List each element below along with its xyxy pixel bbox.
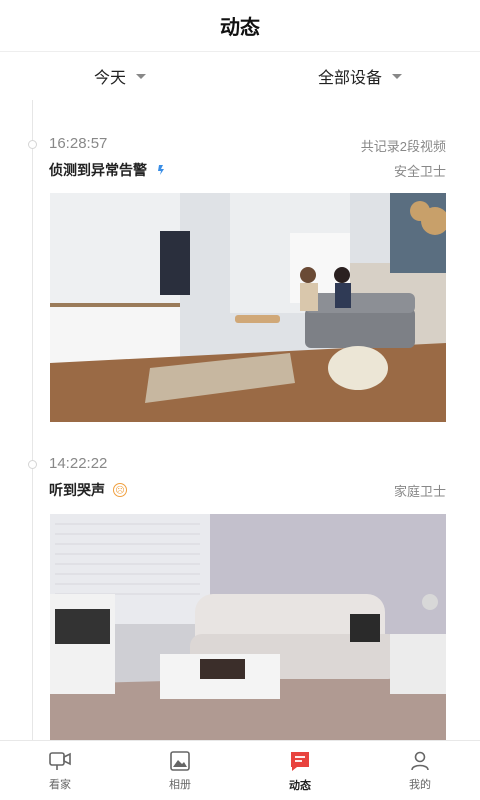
tab-label: 看家 bbox=[49, 778, 71, 791]
date-filter-dropdown[interactable]: 今天 bbox=[0, 64, 240, 88]
event-time: 16:28:57 bbox=[49, 135, 108, 152]
chevron-down-icon bbox=[136, 73, 146, 79]
crying-face-icon: ☹ bbox=[113, 483, 127, 497]
top-header: 动态 bbox=[0, 0, 480, 52]
chevron-down-icon bbox=[392, 73, 402, 79]
event-label-text: 侦测到异常告警 bbox=[49, 162, 147, 178]
tab-home-watch[interactable]: 看家 bbox=[0, 741, 120, 800]
filter-bar: 今天 全部设备 bbox=[0, 52, 480, 100]
event-label: 听到哭声 ☹ bbox=[49, 480, 127, 500]
event-device: 家庭卫士 bbox=[393, 484, 446, 499]
event-device: 安全卫士 bbox=[393, 164, 446, 179]
tab-label: 动态 bbox=[289, 779, 311, 792]
tab-activity[interactable]: 动态 bbox=[240, 741, 360, 800]
timeline-line bbox=[32, 100, 33, 740]
event-video-thumbnail[interactable] bbox=[50, 193, 446, 422]
tab-label: 我的 bbox=[409, 778, 431, 791]
page-title: 动态 bbox=[220, 17, 260, 39]
album-icon bbox=[169, 750, 191, 772]
tab-album[interactable]: 相册 bbox=[120, 741, 240, 800]
timeline-dot bbox=[28, 140, 37, 149]
activity-icon bbox=[288, 749, 312, 773]
bedroom-sofa-image bbox=[50, 514, 446, 740]
tab-profile[interactable]: 我的 bbox=[360, 741, 480, 800]
tab-label: 相册 bbox=[169, 778, 191, 791]
profile-icon bbox=[409, 750, 431, 772]
event-video-thumbnail[interactable] bbox=[50, 514, 446, 740]
motion-icon bbox=[155, 162, 171, 178]
event-video-count: 共记录2段视频 bbox=[360, 139, 446, 154]
event-time: 14:22:22 bbox=[49, 455, 108, 472]
timeline-dot bbox=[28, 460, 37, 469]
event-label: 侦测到异常告警 bbox=[49, 160, 171, 180]
device-filter-dropdown[interactable]: 全部设备 bbox=[240, 64, 480, 88]
date-filter-label: 今天 bbox=[93, 70, 126, 87]
device-filter-label: 全部设备 bbox=[317, 70, 382, 87]
event-feed[interactable]: 16:28:57 共记录2段视频 侦测到异常告警 安全卫士 14:22:22 听… bbox=[0, 100, 480, 740]
camera-icon bbox=[48, 750, 72, 772]
event-label-text: 听到哭声 bbox=[49, 482, 105, 498]
bottom-tab-bar: 看家 相册 动态 我的 bbox=[0, 740, 480, 800]
living-room-image bbox=[50, 193, 446, 422]
